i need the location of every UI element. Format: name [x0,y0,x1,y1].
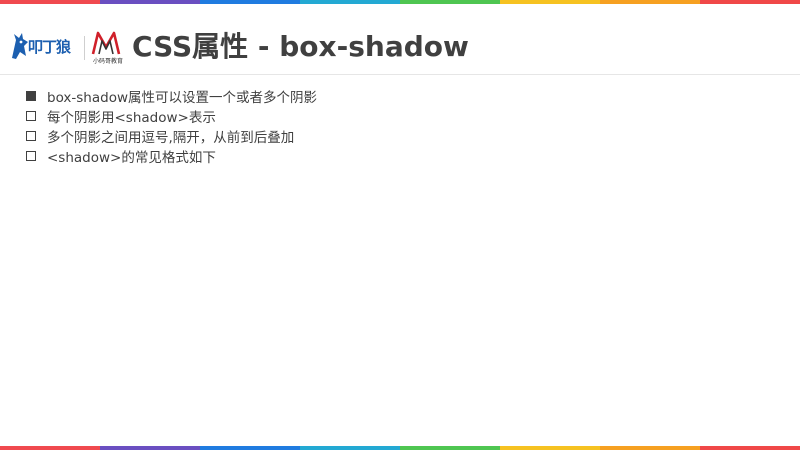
bullet-text: 每个阴影用<shadow>表示 [47,110,216,126]
hollow-square-icon [26,151,36,161]
hollow-square-icon [26,131,36,141]
bullet-item: <shadow>的常见格式如下 [26,146,317,166]
hollow-square-icon [26,111,36,121]
xiaomage-m-icon [91,31,121,55]
bullet-item: 多个阴影之间用逗号,隔开，从前到后叠加 [26,126,317,146]
logo-divider [84,36,85,60]
filled-square-icon [26,91,36,101]
slide-title: CSS属性 - box-shadow [132,30,469,63]
logo-mark-text: 叩丁狼 [28,38,71,56]
bullet-text: box-shadow属性可以设置一个或者多个阴影 [47,90,318,106]
brand-logos: 叩丁狼 小码哥教育 [10,30,123,68]
bullet-text: <shadow>的常见格式如下 [47,150,216,166]
bullet-text: 多个阴影之间用逗号,隔开，从前到后叠加 [47,130,295,146]
slide-header: 叩丁狼 小码哥教育 CSS属性 - box-shadow [0,4,800,75]
bullet-list: box-shadow属性可以设置一个或者多个阴影 每个阴影用<shadow>表示… [26,86,317,166]
wolf-mascot-icon [12,33,28,59]
logo-caption: 小码哥教育 [92,58,123,65]
bottom-color-stripe [0,446,800,450]
koudinglang-logo: 叩丁狼 [10,30,80,62]
bullet-item: 每个阴影用<shadow>表示 [26,106,317,126]
xiaomage-logo: 小码哥教育 [90,30,123,68]
bullet-item: box-shadow属性可以设置一个或者多个阴影 [26,86,317,106]
